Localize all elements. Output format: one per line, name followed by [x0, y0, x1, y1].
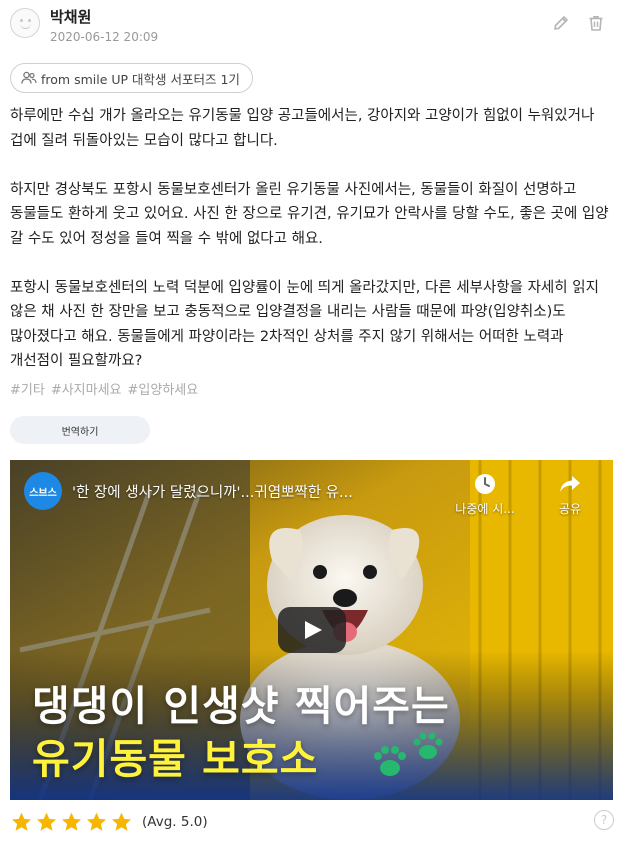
tag[interactable]: #기타: [10, 379, 45, 398]
group-icon: [21, 71, 37, 88]
paragraph: 포항시 동물보호센터의 노력 덕분에 입양률이 눈에 띄게 올라갔지만, 다른 …: [10, 279, 599, 370]
rating: (Avg. 5.0): [10, 810, 208, 834]
channel-logo[interactable]: 스브스: [24, 472, 62, 510]
tag[interactable]: #입양하세요: [128, 379, 199, 398]
author-name[interactable]: 박채원: [50, 6, 91, 27]
paragraph: 하지만 경상북도 포항시 동물보호센터가 올린 유기동물 사진에서는, 동물들이…: [10, 181, 609, 247]
tag-list: #기타 #사지마세요 #입양하세요: [10, 379, 198, 398]
play-button[interactable]: [278, 607, 346, 653]
watch-later-button[interactable]: 나중에 시...: [450, 472, 520, 517]
share-label: 공유: [558, 502, 582, 516]
star-icon: [111, 812, 132, 831]
star-icon: [86, 812, 107, 831]
average-rating: (Avg. 5.0): [142, 814, 208, 830]
video-caption-line2: 유기동물 보호소: [32, 735, 319, 783]
translate-button[interactable]: 번역하기: [10, 416, 150, 444]
share-button[interactable]: 공유: [540, 472, 600, 517]
post-date: 2020-06-12 20:09: [50, 30, 159, 44]
video-title[interactable]: '한 장에 생사가 달렸으니까'...귀염뽀짝한 유...: [72, 481, 353, 502]
edit-icon[interactable]: [550, 12, 572, 34]
tag[interactable]: #사지마세요: [51, 379, 122, 398]
paw-print-icon: [374, 732, 443, 776]
help-icon[interactable]: ?: [594, 810, 614, 830]
clock-icon: [475, 474, 495, 494]
post-header: 박채원 2020-06-12 20:09: [10, 6, 617, 50]
video-player[interactable]: 스브스 '한 장에 생사가 달렸으니까'...귀염뽀짝한 유... 나중에 시.…: [10, 460, 613, 800]
watch-later-label: 나중에 시...: [455, 502, 515, 516]
source-chip[interactable]: from smile UP 대학생 서포터즈 1기: [10, 63, 253, 93]
star-icon: [11, 812, 32, 831]
star-rating: [10, 811, 133, 833]
source-label: from smile UP 대학생 서포터즈 1기: [41, 71, 240, 87]
paragraph: 하루에만 수십 개가 올라오는 유기동물 입양 공고들에서는, 강아지와 고양이…: [10, 108, 595, 149]
video-caption-line1: 댕댕이 인생샷 찍어주는: [32, 682, 450, 730]
star-icon: [61, 812, 82, 831]
trash-icon[interactable]: [585, 12, 607, 34]
share-icon: [560, 476, 580, 492]
star-icon: [36, 812, 57, 831]
post-body: 하루에만 수십 개가 올라오는 유기동물 입양 공고들에서는, 강아지와 고양이…: [10, 104, 617, 398]
avatar[interactable]: [10, 8, 40, 38]
